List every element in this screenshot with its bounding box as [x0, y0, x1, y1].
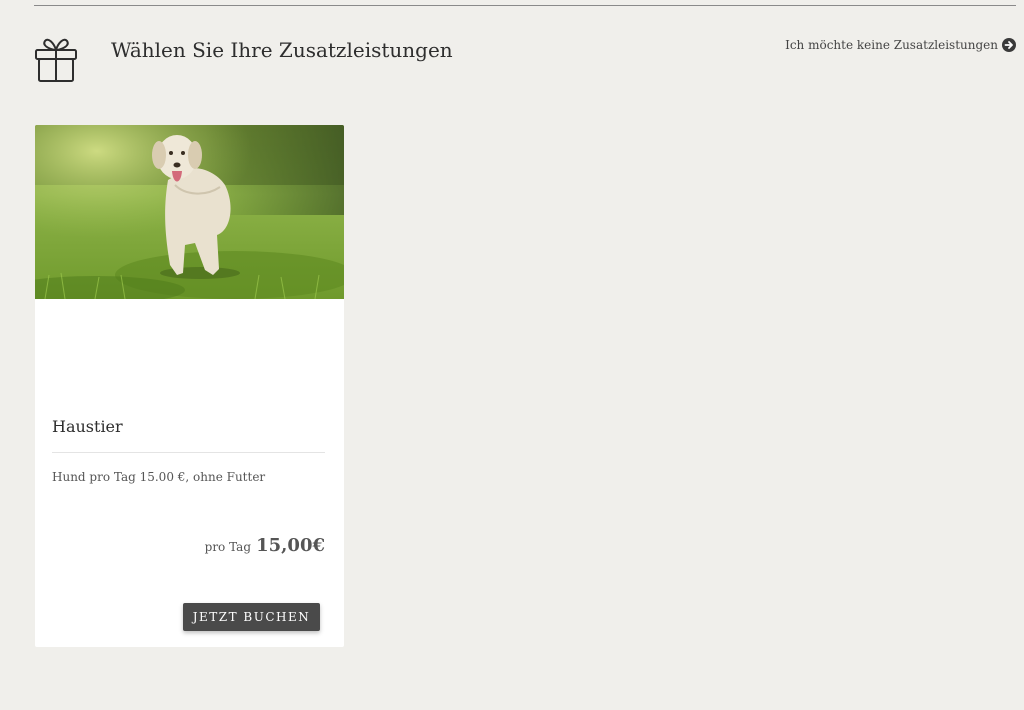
extras-header: Wählen Sie Ihre Zusatzleistungen Ich möc… — [34, 36, 1016, 84]
price-value: 15,00€ — [256, 535, 325, 556]
service-description: Hund pro Tag 15.00 €, ohne Futter — [52, 470, 266, 484]
card-divider — [52, 452, 325, 453]
book-now-button[interactable]: JETZT BUCHEN — [183, 603, 320, 631]
page-title: Wählen Sie Ihre Zusatzleistungen — [111, 38, 453, 62]
service-title: Haustier — [52, 417, 123, 436]
gift-icon — [35, 38, 77, 82]
top-divider — [34, 5, 1016, 6]
skip-extras-label: Ich möchte keine Zusatzleistungen — [785, 38, 998, 52]
dog-on-grass-photo — [35, 125, 344, 299]
skip-extras-link[interactable]: Ich möchte keine Zusatzleistungen — [785, 38, 1016, 52]
arrow-right-circle-icon — [1002, 38, 1016, 52]
extra-service-card: Haustier Hund pro Tag 15.00 €, ohne Futt… — [35, 125, 344, 647]
price-prefix: pro Tag — [204, 540, 252, 554]
price: pro Tag 15,00€ — [205, 535, 325, 556]
